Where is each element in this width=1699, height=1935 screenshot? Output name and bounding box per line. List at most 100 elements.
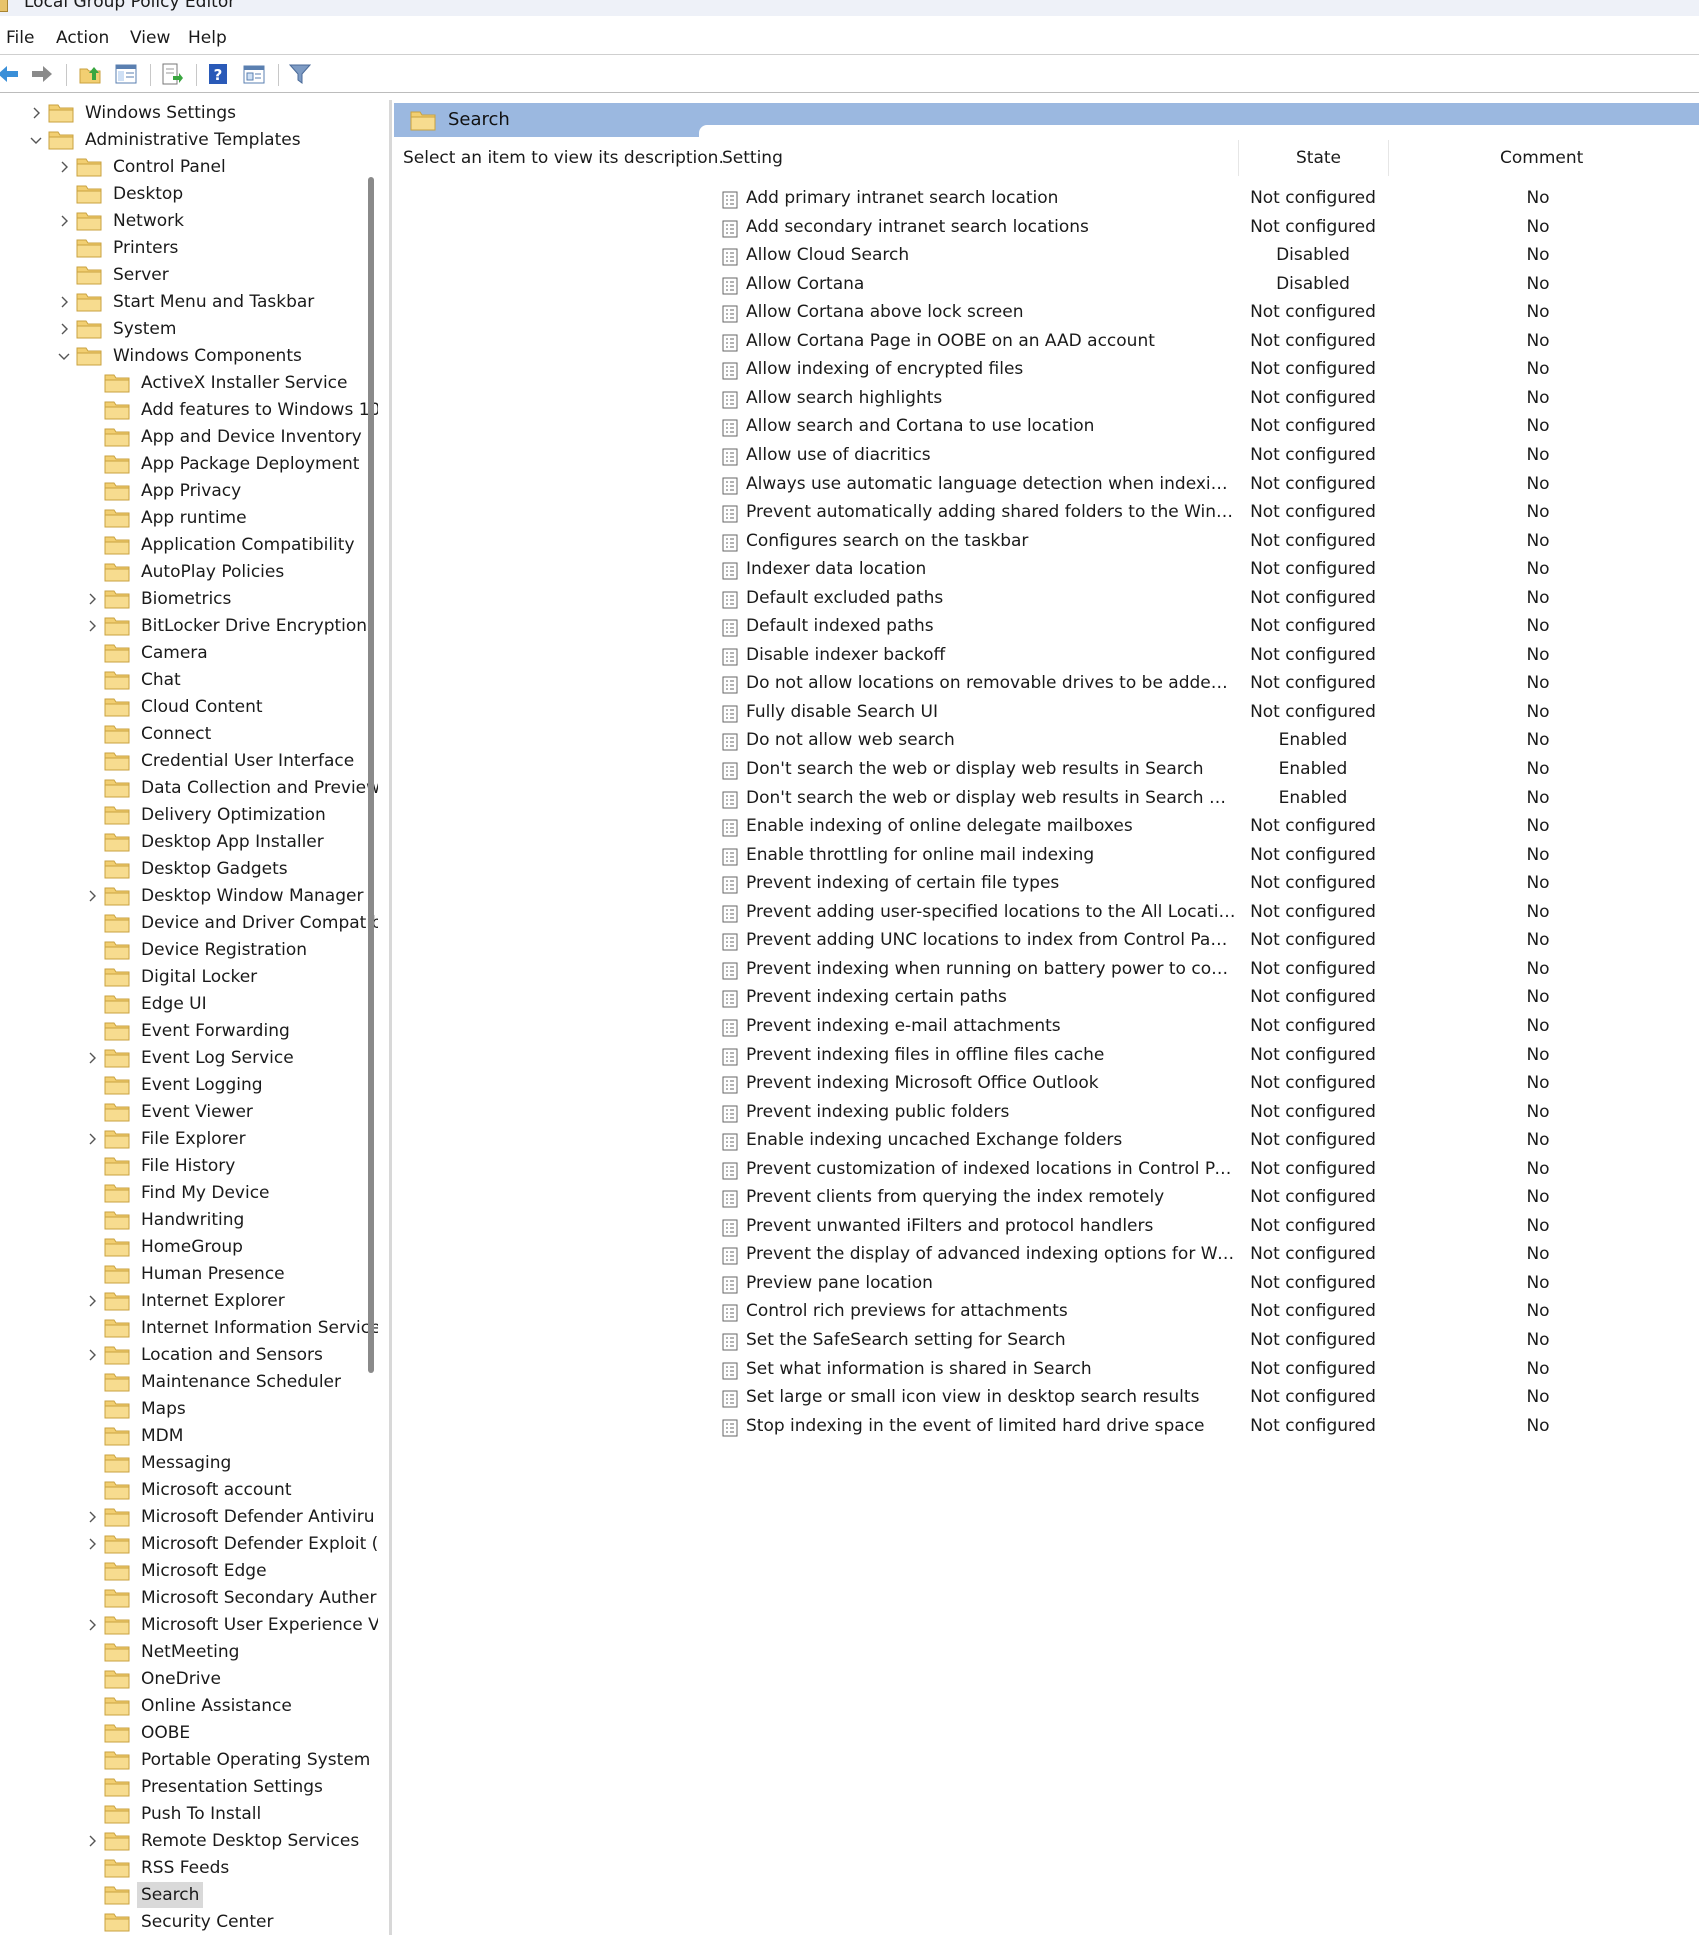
table-row[interactable]: Allow Cloud Search Disabled No	[702, 241, 1699, 269]
column-header-setting[interactable]: Setting	[722, 148, 783, 168]
table-row[interactable]: Add secondary intranet search locations N…	[702, 213, 1699, 241]
table-row[interactable]: Prevent indexing public folders Not confi…	[702, 1098, 1699, 1126]
chevron-right-icon[interactable]	[56, 319, 72, 339]
table-row[interactable]: Enable indexing of online delegate mailb…	[702, 812, 1699, 840]
folder-icon	[76, 238, 102, 258]
table-row[interactable]: Prevent clients from querying the index …	[702, 1183, 1699, 1211]
table-row[interactable]: Prevent indexing certain paths Not config…	[702, 983, 1699, 1011]
table-row[interactable]: Default excluded paths Not configured No	[702, 584, 1699, 612]
table-row[interactable]: Do not allow web search Enabled No	[702, 726, 1699, 754]
column-header-state[interactable]: State	[1296, 148, 1341, 168]
table-row[interactable]: Add primary intranet search location Not …	[702, 184, 1699, 212]
table-row[interactable]: Set large or small icon view in desktop …	[702, 1383, 1699, 1411]
table-row[interactable]: Prevent automatically adding shared fold…	[702, 498, 1699, 526]
table-row[interactable]: Prevent unwanted iFilters and protocol h…	[702, 1212, 1699, 1240]
table-row[interactable]: Allow Cortana Disabled No	[702, 270, 1699, 298]
chevron-down-icon[interactable]	[56, 346, 72, 366]
tree-scrollbar[interactable]	[368, 177, 374, 1373]
table-row[interactable]: Prevent indexing files in offline files …	[702, 1041, 1699, 1069]
table-row[interactable]: Prevent indexing Microsoft Office Outloo…	[702, 1069, 1699, 1097]
forward-icon[interactable]	[30, 62, 54, 86]
show-hide-tree-icon[interactable]	[114, 62, 138, 86]
table-row[interactable]: Configures search on the taskbar Not conf…	[702, 527, 1699, 555]
table-row[interactable]: Allow indexing of encrypted files Not con…	[702, 355, 1699, 383]
properties-icon[interactable]	[242, 62, 266, 86]
table-row[interactable]: Prevent adding user-specified locations …	[702, 898, 1699, 926]
table-row[interactable]: Don't search the web or display web resu…	[702, 784, 1699, 812]
tree-item-label: Connect	[141, 724, 212, 744]
table-row[interactable]: Prevent indexing when running on battery…	[702, 955, 1699, 983]
table-row[interactable]: Indexer data location Not configured No	[702, 555, 1699, 583]
setting-comment: No	[1526, 1387, 1550, 1408]
table-row[interactable]: Set the SafeSearch setting for Search Not…	[702, 1326, 1699, 1354]
chevron-down-icon[interactable]	[28, 130, 44, 150]
table-row[interactable]: Prevent the display of advanced indexing…	[702, 1240, 1699, 1268]
folder-icon	[410, 109, 436, 131]
filter-icon[interactable]	[288, 62, 312, 86]
tree-item-label: Chat	[141, 670, 181, 690]
table-row[interactable]: Always use automatic language detection …	[702, 470, 1699, 498]
setting-name: Set the SafeSearch setting for Search	[746, 1330, 1066, 1350]
table-row[interactable]: Allow search highlights Not configured No	[702, 384, 1699, 412]
menu-help[interactable]: Help	[188, 28, 227, 48]
back-icon[interactable]	[0, 62, 20, 86]
table-row[interactable]: Allow use of diacritics Not configured No	[702, 441, 1699, 469]
setting-comment: No	[1526, 759, 1550, 779]
chevron-right-icon[interactable]	[84, 1507, 100, 1527]
chevron-right-icon[interactable]	[84, 1048, 100, 1068]
tree-item-label: OOBE	[141, 1723, 191, 1743]
chevron-right-icon[interactable]	[84, 589, 100, 609]
chevron-right-icon[interactable]	[84, 1615, 100, 1635]
up-folder-icon[interactable]	[78, 62, 102, 86]
export-list-icon[interactable]	[160, 62, 184, 86]
column-header-comment[interactable]: Comment	[1500, 148, 1583, 168]
column-divider[interactable]	[1238, 140, 1239, 176]
help-icon[interactable]: ?	[206, 62, 230, 86]
chevron-right-icon[interactable]	[84, 616, 100, 636]
chevron-right-icon[interactable]	[56, 292, 72, 312]
table-row[interactable]: Preview pane location Not configured No	[702, 1269, 1699, 1297]
chevron-right-icon[interactable]	[28, 103, 44, 123]
chevron-right-icon[interactable]	[56, 157, 72, 177]
table-row[interactable]: Set what information is shared in Search…	[702, 1355, 1699, 1383]
column-divider[interactable]	[1388, 140, 1389, 176]
table-row[interactable]: Allow Cortana Page in OOBE on an AAD acc…	[702, 327, 1699, 355]
chevron-right-icon[interactable]	[84, 1291, 100, 1311]
table-row[interactable]: Prevent customization of indexed locatio…	[702, 1155, 1699, 1183]
chevron-right-icon[interactable]	[84, 1345, 100, 1365]
folder-icon	[76, 157, 102, 177]
folder-icon	[104, 1912, 130, 1932]
table-row[interactable]: Enable throttling for online mail indexi…	[702, 841, 1699, 869]
table-row[interactable]: Stop indexing in the event of limited ha…	[702, 1412, 1699, 1440]
setting-state: Not configured	[1250, 1358, 1376, 1379]
tree-item-label: Desktop	[113, 184, 184, 204]
table-row[interactable]: Prevent adding UNC locations to index fr…	[702, 926, 1699, 954]
chevron-right-icon[interactable]	[84, 1831, 100, 1851]
table-row[interactable]: Allow Cortana above lock screen Not confi…	[702, 298, 1699, 326]
table-row[interactable]: Enable indexing uncached Exchange folder…	[702, 1126, 1699, 1154]
table-row[interactable]: Control rich previews for attachments Not…	[702, 1297, 1699, 1325]
chevron-right-icon[interactable]	[56, 211, 72, 231]
menu-file[interactable]: File	[6, 28, 34, 48]
chevron-right-icon[interactable]	[84, 886, 100, 906]
menu-action[interactable]: Action	[56, 28, 109, 48]
setting-name: Control rich previews for attachments	[746, 1301, 1068, 1322]
chevron-right-icon[interactable]	[84, 1129, 100, 1149]
pane-divider[interactable]	[389, 100, 392, 1935]
setting-name: Allow Cortana Page in OOBE on an AAD acc…	[746, 330, 1155, 351]
table-row[interactable]: Fully disable Search UI Not configured No	[702, 698, 1699, 726]
setting-comment: No	[1526, 416, 1550, 437]
tree-item-label: Biometrics	[141, 589, 232, 609]
table-row[interactable]: Do not allow locations on removable driv…	[702, 669, 1699, 697]
table-row[interactable]: Prevent indexing e-mail attachments Not c…	[702, 1012, 1699, 1040]
chevron-right-icon[interactable]	[84, 1534, 100, 1554]
policy-setting-icon	[722, 1075, 738, 1094]
table-row[interactable]: Allow search and Cortana to use location…	[702, 412, 1699, 440]
table-row[interactable]: Prevent indexing of certain file types No…	[702, 869, 1699, 897]
table-row[interactable]: Don't search the web or display web resu…	[702, 755, 1699, 783]
table-row[interactable]: Disable indexer backoff Not configured No	[702, 641, 1699, 669]
table-row[interactable]: Default indexed paths Not configured No	[702, 612, 1699, 640]
setting-comment: No	[1526, 987, 1550, 1008]
tree-item-label: Printers	[113, 238, 179, 258]
menu-view[interactable]: View	[130, 28, 170, 48]
